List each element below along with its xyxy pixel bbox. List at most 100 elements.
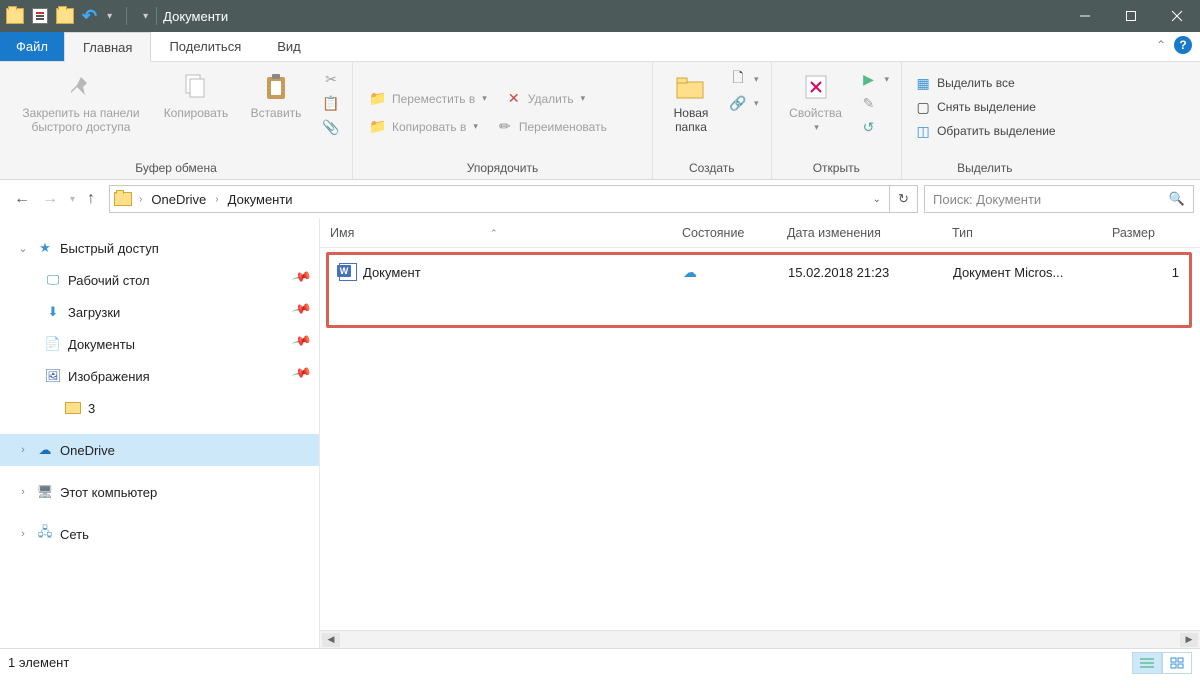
paste-shortcut-button[interactable]: 📎 — [320, 116, 342, 138]
history-button[interactable]: ↺ — [858, 116, 892, 138]
col-size[interactable]: Размер — [1102, 226, 1200, 240]
properties-icon[interactable] — [32, 8, 48, 24]
word-doc-icon — [339, 263, 357, 281]
quick-access-toolbar: ↶ ▾ ▾ — [0, 6, 154, 27]
breadcrumb-documents[interactable]: Документи — [224, 192, 297, 207]
chevron-right-icon[interactable]: › — [212, 194, 221, 205]
open-icon: ▶ — [860, 70, 878, 88]
collapse-icon[interactable]: ⌄ — [16, 242, 30, 255]
tree-pictures[interactable]: 🖼 Изображения 📌 — [0, 360, 319, 392]
folder-icon — [64, 400, 82, 416]
paste-button[interactable]: Вставить — [236, 66, 316, 124]
thumbnails-view-button[interactable] — [1162, 652, 1192, 674]
tab-share[interactable]: Поделиться — [151, 32, 259, 61]
edit-button[interactable]: ✎ — [858, 92, 892, 114]
refresh-button[interactable]: ↻ — [890, 185, 918, 213]
pin-icon: 📌 — [291, 299, 320, 326]
search-input[interactable]: Поиск: Документи 🔍 — [924, 185, 1194, 213]
invert-selection-icon: ◫ — [914, 122, 932, 140]
folder-icon[interactable] — [6, 8, 24, 24]
collapse-ribbon-icon[interactable]: ⌃ — [1156, 38, 1166, 52]
properties-label: Свойства — [789, 106, 842, 120]
details-view-button[interactable] — [1132, 652, 1162, 674]
tree-downloads[interactable]: ⬇ Загрузки 📌 — [0, 296, 319, 328]
col-status[interactable]: Состояние — [672, 226, 777, 240]
invert-selection-button[interactable]: ◫Обратить выделение — [912, 120, 1058, 142]
delete-icon: ✕ — [505, 90, 523, 108]
tree-quick-access[interactable]: ⌄ ★ Быстрый доступ — [0, 232, 319, 264]
help-icon[interactable]: ? — [1174, 36, 1192, 54]
star-icon: ★ — [36, 240, 54, 256]
easy-access-button[interactable]: 🔗▾ — [727, 92, 761, 114]
expand-icon[interactable]: › — [16, 444, 30, 456]
address-bar[interactable]: › OneDrive › Документи ⌄ — [109, 185, 890, 213]
back-button[interactable]: ← — [10, 188, 34, 210]
horizontal-scrollbar[interactable]: ◀ ▶ — [320, 630, 1200, 648]
paste-icon — [259, 70, 293, 104]
up-button[interactable]: ↑ — [83, 188, 99, 210]
file-date: 15.02.2018 21:23 — [778, 265, 943, 280]
sort-asc-icon: ⌃ — [490, 228, 498, 239]
copy-path-button[interactable]: 📋 — [320, 92, 342, 114]
network-icon: 🖧 — [36, 526, 54, 542]
search-placeholder: Поиск: Документи — [933, 192, 1041, 207]
tree-desktop[interactable]: 🖵 Рабочий стол 📌 — [0, 264, 319, 296]
expand-icon[interactable]: › — [16, 486, 30, 498]
recent-locations-button[interactable]: ▾ — [66, 192, 79, 207]
minimize-button[interactable] — [1062, 0, 1108, 32]
open-button[interactable]: ▶▾ — [858, 68, 892, 90]
forward-button[interactable]: → — [38, 188, 62, 210]
scroll-right-icon[interactable]: ▶ — [1180, 633, 1198, 647]
pin-button[interactable]: Закрепить на панели быстрого доступа — [6, 66, 156, 138]
expand-icon[interactable]: › — [16, 528, 30, 540]
qat-dropdown-icon[interactable]: ▾ — [107, 11, 112, 22]
paste-label: Вставить — [251, 106, 302, 120]
address-dropdown-icon[interactable]: ⌄ — [873, 194, 881, 205]
group-organize: 📁Переместить в▾ ✕Удалить▾ 📁Копировать в▾… — [353, 62, 653, 179]
properties-button[interactable]: Свойства ▾ — [778, 66, 854, 137]
tree-network[interactable]: › 🖧 Сеть — [0, 518, 319, 550]
tree-this-pc[interactable]: › 🖥 Этот компьютер — [0, 476, 319, 508]
copy-button[interactable]: Копировать — [156, 66, 236, 124]
history-icon: ↺ — [860, 118, 878, 136]
cloud-icon: ☁ — [683, 264, 697, 280]
pin-label: Закрепить на панели быстрого доступа — [22, 106, 139, 134]
select-none-button[interactable]: ▢Снять выделение — [912, 96, 1058, 118]
tree-onedrive[interactable]: › ☁ OneDrive — [0, 434, 319, 466]
tab-file[interactable]: Файл — [0, 32, 64, 61]
select-all-button[interactable]: ▦Выделить все — [912, 72, 1058, 94]
file-list: Имя⌃ Состояние Дата изменения Тип Размер… — [320, 218, 1200, 648]
col-name[interactable]: Имя⌃ — [320, 226, 672, 240]
qat-overflow-icon[interactable]: ▾ — [143, 11, 148, 22]
chevron-right-icon[interactable]: › — [136, 194, 145, 205]
group-organize-label: Упорядочить — [359, 159, 646, 177]
scroll-left-icon[interactable]: ◀ — [322, 633, 340, 647]
file-row[interactable]: Документ ☁ 15.02.2018 21:23 Документ Mic… — [329, 255, 1189, 285]
titlebar: ↶ ▾ ▾ Документи — [0, 0, 1200, 32]
view-buttons — [1132, 652, 1192, 674]
maximize-button[interactable] — [1108, 0, 1154, 32]
window-title: Документи — [163, 9, 228, 24]
tree-folder-3[interactable]: 3 — [0, 392, 319, 424]
col-date[interactable]: Дата изменения — [777, 226, 942, 240]
copy-to-button[interactable]: 📁Копировать в▾ — [367, 116, 480, 138]
breadcrumb-onedrive[interactable]: OneDrive — [147, 192, 210, 207]
tree-documents[interactable]: 📄 Документы 📌 — [0, 328, 319, 360]
nav-arrows: ← → ▾ ↑ — [6, 188, 103, 210]
pin-icon: 📌 — [291, 363, 320, 390]
tab-home[interactable]: Главная — [64, 32, 151, 62]
undo-icon[interactable]: ↶ — [82, 6, 97, 27]
cut-button[interactable]: ✂ — [320, 68, 342, 90]
close-button[interactable] — [1154, 0, 1200, 32]
file-status: ☁ — [673, 264, 778, 281]
tab-view[interactable]: Вид — [259, 32, 319, 61]
new-folder-button[interactable]: Новая папка — [659, 66, 723, 138]
file-size: 1 — [1103, 265, 1189, 280]
delete-button[interactable]: ✕Удалить▾ — [503, 88, 587, 110]
move-to-button[interactable]: 📁Переместить в▾ — [367, 88, 489, 110]
rename-button[interactable]: ✏Переименовать — [494, 116, 609, 138]
new-folder-icon[interactable] — [56, 8, 74, 24]
col-type[interactable]: Тип — [942, 226, 1102, 240]
pictures-icon: 🖼 — [44, 368, 62, 384]
new-item-button[interactable]: 🗋▾ — [727, 68, 761, 90]
